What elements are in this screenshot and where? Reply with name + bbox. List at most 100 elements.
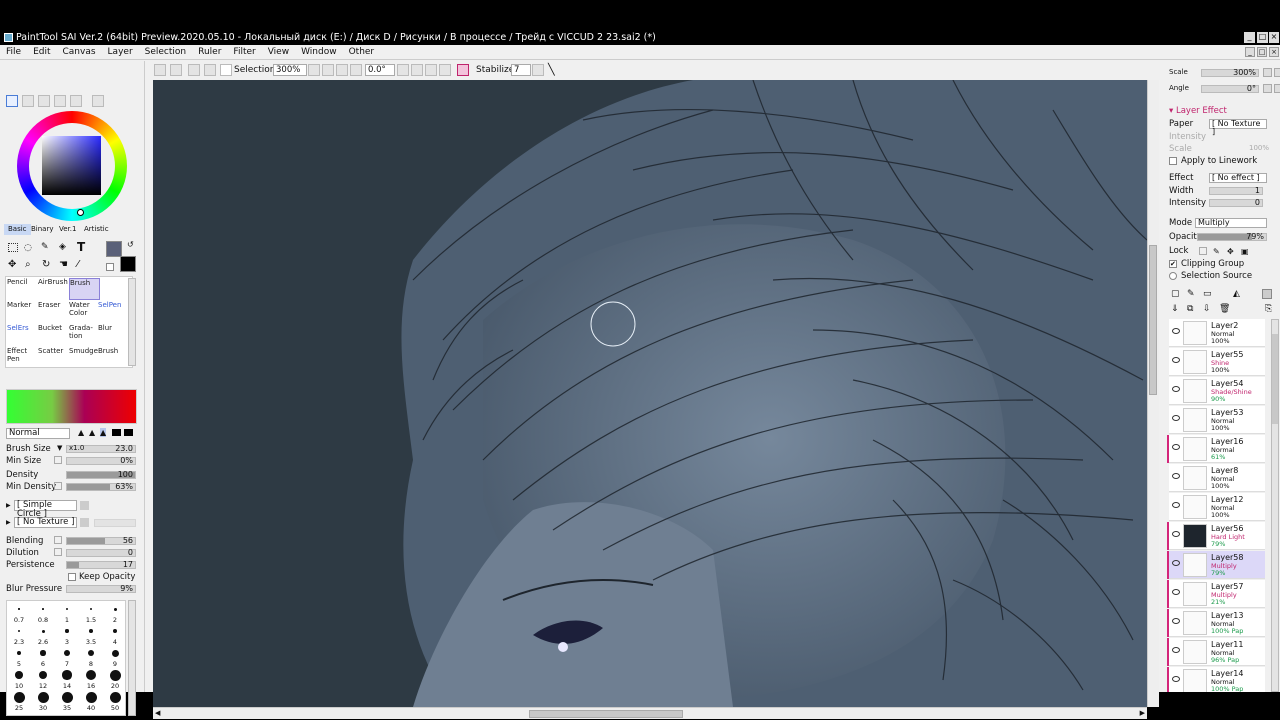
blend-mode-select[interactable]: Normal — [6, 428, 70, 439]
tab-ver1[interactable]: Ver.1 — [59, 224, 76, 235]
layer-row[interactable]: Layer8 Normal 100% — [1169, 464, 1265, 492]
layer-row[interactable]: Layer12 Normal 100% — [1169, 493, 1265, 521]
layer-row[interactable]: Layer16 Normal 61% — [1167, 435, 1265, 463]
selection-visibility-icon[interactable] — [220, 64, 232, 76]
blending-slider[interactable]: 56 — [66, 536, 136, 545]
min-density-slider[interactable]: 63% — [66, 482, 136, 491]
nav-scale-plus-icon[interactable] — [1274, 68, 1280, 77]
menu-layer[interactable]: Layer — [102, 45, 139, 60]
lock-pixels-icon[interactable]: ✎ — [1213, 247, 1220, 256]
brush-size-preset-dot[interactable] — [16, 650, 22, 656]
brush-size-preset-dot[interactable] — [109, 669, 121, 681]
menu-other[interactable]: Other — [343, 45, 381, 60]
layer-row[interactable]: Layer53 Normal 100% — [1169, 406, 1265, 434]
brush-size-dropdown-icon[interactable]: ▼ — [57, 444, 62, 452]
brush-size-preset-dot[interactable] — [85, 691, 97, 703]
brush-size-preset-dot[interactable] — [87, 649, 95, 657]
layer-row[interactable]: Layer11 Normal 96% Pap — [1167, 638, 1265, 666]
rotation-field[interactable]: 0.0° — [365, 64, 395, 76]
min-size-slider[interactable]: 0% — [66, 456, 136, 465]
eye-icon[interactable] — [1172, 328, 1180, 334]
layer-row[interactable]: Layer55 Shine 100% — [1169, 348, 1265, 376]
eye-icon[interactable] — [1172, 560, 1180, 566]
invert-selection-icon[interactable] — [204, 64, 216, 76]
zoom-reset-icon[interactable] — [350, 64, 362, 76]
move-tool-icon[interactable]: ✥ — [8, 259, 16, 270]
layer-row[interactable]: Layer58 Multiply 79% — [1167, 551, 1265, 579]
minimize-icon[interactable]: _ — [1244, 32, 1255, 43]
tool-marker[interactable]: Marker — [7, 301, 38, 323]
brush-size-preset-dot[interactable] — [89, 607, 93, 611]
apply-icon[interactable]: ⇩ — [1203, 304, 1211, 314]
flip-horizontal-icon[interactable] — [457, 64, 469, 76]
tool-gradation[interactable]: Grada-tion — [69, 324, 97, 346]
presets-scrollbar[interactable] — [128, 600, 136, 716]
rotate-reset-icon[interactable] — [439, 64, 451, 76]
dilution-pressure-icon[interactable] — [54, 548, 62, 556]
nav-angle-slider[interactable]: 0° — [1201, 84, 1259, 93]
eye-icon[interactable] — [1172, 647, 1180, 653]
shape-expand-icon[interactable]: ▶ — [6, 502, 11, 509]
primary-color-swatch[interactable] — [106, 241, 122, 257]
new-layer-icon[interactable]: ▢ — [1171, 289, 1180, 299]
tip-medium-icon[interactable]: ▲ — [89, 428, 95, 437]
texture-strength-slider[interactable] — [94, 519, 136, 527]
secondary-color-swatch[interactable] — [120, 256, 136, 272]
stabilizer-field[interactable]: 7 — [511, 64, 531, 76]
layer-effect-header[interactable]: ▾ Layer Effect — [1169, 106, 1227, 116]
mode-select[interactable]: Multiply — [1195, 218, 1267, 228]
tool-blur[interactable]: Blur — [98, 324, 128, 346]
eye-icon[interactable] — [1172, 531, 1180, 537]
brush-texture-dropdown-icon[interactable] — [80, 518, 89, 527]
eye-icon[interactable] — [1172, 618, 1180, 624]
nav-rotate-right-icon[interactable] — [1274, 84, 1280, 93]
min-size-pressure-icon[interactable] — [54, 456, 62, 464]
doc-close-icon[interactable]: × — [1269, 47, 1279, 57]
doc-restore-icon[interactable]: □ — [1257, 47, 1267, 57]
color-wheel-icon[interactable] — [6, 95, 18, 107]
layer-row[interactable]: Layer2 Normal 100% — [1169, 319, 1265, 347]
brush-size-preset-dot[interactable] — [40, 650, 46, 656]
swatches-icon[interactable] — [70, 95, 82, 107]
opacity-slider[interactable]: 79% — [1197, 232, 1267, 241]
rotate-tool-icon[interactable]: ↻ — [42, 259, 50, 270]
tool-brush-2[interactable]: Brush — [98, 347, 128, 369]
layer-row[interactable]: Layer56 Hard Light 79% — [1167, 522, 1265, 550]
clipping-group-checkbox[interactable]: ✔ — [1169, 260, 1177, 268]
menu-file[interactable]: File — [0, 45, 27, 60]
tool-effect-pen[interactable]: Effect Pen — [7, 347, 38, 369]
maximize-icon[interactable]: □ — [1257, 32, 1268, 43]
tool-brush-selected[interactable]: Brush — [69, 278, 100, 300]
effect-width-slider[interactable]: 1 — [1209, 186, 1263, 195]
tab-basic[interactable]: Basic — [4, 224, 31, 235]
brush-size-preset-dot[interactable] — [17, 629, 21, 633]
layer-row[interactable]: Layer13 Normal 100% Pap — [1167, 609, 1265, 637]
eyedropper-icon[interactable]: ⁄ — [77, 259, 79, 270]
brush-size-preset-dot[interactable] — [13, 691, 25, 703]
tool-pencil[interactable]: Pencil — [7, 278, 38, 300]
layer-clip-icon[interactable]: ⎘ — [1265, 304, 1272, 314]
close-icon[interactable]: × — [1269, 32, 1279, 43]
rotate-left-icon[interactable] — [411, 64, 423, 76]
eye-icon[interactable] — [1172, 473, 1180, 479]
tool-watercolor[interactable]: Water Color — [69, 301, 97, 323]
magic-wand-icon[interactable]: ✎ — [41, 242, 49, 252]
tip-flat-icon[interactable] — [112, 429, 121, 436]
zoom-tool-icon[interactable]: ⌕ — [25, 259, 31, 270]
layer-settings-icon[interactable] — [1262, 289, 1272, 299]
layer-row[interactable]: Layer54 Shade/Shine 90% — [1169, 377, 1265, 405]
eye-icon[interactable] — [1172, 415, 1180, 421]
layer-row[interactable]: Layer57 Multiply 21% — [1167, 580, 1265, 608]
zoom-dropdown-icon[interactable] — [308, 64, 320, 76]
hsv-slider-icon[interactable] — [38, 95, 50, 107]
nav-scale-minus-icon[interactable] — [1263, 68, 1272, 77]
apply-linework-checkbox[interactable] — [1169, 157, 1177, 165]
brush-size-preset-dot[interactable] — [112, 628, 118, 634]
rotation-dropdown-icon[interactable] — [397, 64, 409, 76]
dilution-slider[interactable]: 0 — [66, 548, 136, 557]
eye-icon[interactable] — [1172, 357, 1180, 363]
eye-icon[interactable] — [1172, 502, 1180, 508]
brush-size-preset-dot[interactable] — [109, 691, 121, 703]
stabilizer-dropdown-icon[interactable] — [532, 64, 544, 76]
rotate-right-icon[interactable] — [425, 64, 437, 76]
